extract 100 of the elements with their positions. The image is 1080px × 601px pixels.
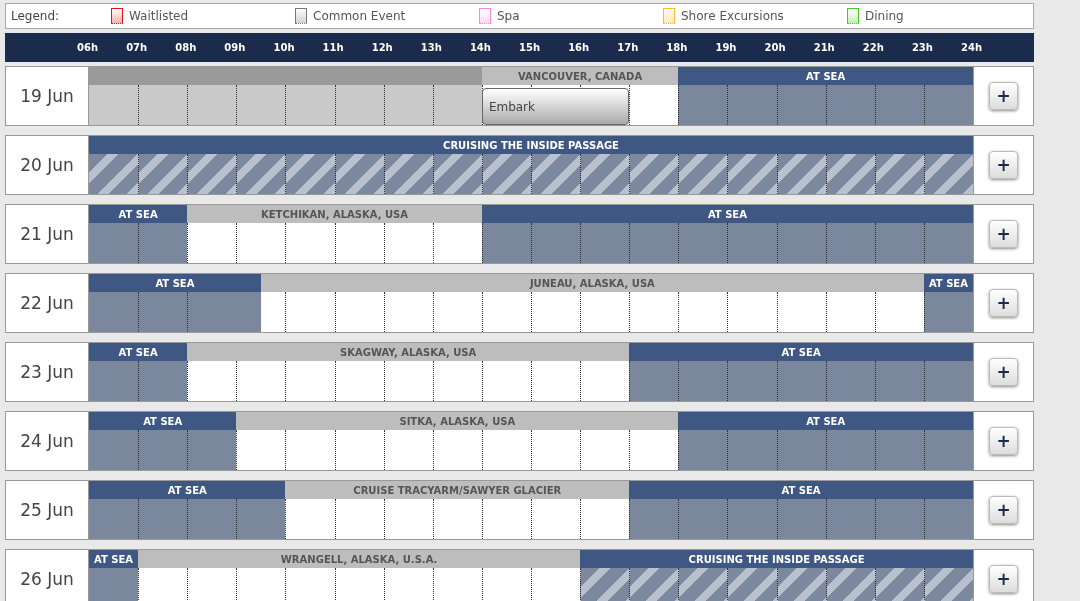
location-band: WRANGELL, ALASKA, U.S.A.	[138, 550, 581, 568]
schedule-cell	[678, 361, 728, 401]
schedule-cell	[383, 154, 433, 194]
schedule-cell	[334, 154, 384, 194]
location-band: AT SEA	[481, 205, 973, 223]
schedule-cell	[89, 499, 139, 539]
schedule-cell	[580, 223, 630, 263]
schedule-cell	[825, 499, 875, 539]
schedule-cell	[825, 223, 875, 263]
schedule-cell	[874, 361, 924, 401]
hour-label: 09h	[223, 42, 247, 53]
schedule-cell	[825, 85, 875, 125]
schedule-cell	[776, 430, 826, 470]
schedule-cell	[776, 85, 826, 125]
schedule-cell	[678, 568, 728, 601]
hour-label: 18h	[665, 42, 689, 53]
schedule-cell	[187, 154, 237, 194]
schedule-cell	[727, 154, 777, 194]
add-button[interactable]: +	[989, 427, 1018, 455]
schedule-cell	[776, 361, 826, 401]
schedule-cell	[923, 568, 973, 601]
hour-label: 19h	[714, 42, 738, 53]
schedule-cell	[580, 154, 630, 194]
schedule-cell	[776, 568, 826, 601]
schedule-cell	[776, 154, 826, 194]
legend-text: Shore Excursions	[681, 9, 784, 23]
location-band: CRUISE TRACYARM/SAWYER GLACIER	[285, 481, 630, 499]
schedule-cell	[334, 85, 384, 125]
schedule-cell	[531, 223, 581, 263]
schedule-cell	[874, 568, 924, 601]
add-button[interactable]: +	[989, 289, 1018, 317]
location-band: AT SEA	[923, 274, 973, 292]
schedule-cell	[138, 430, 188, 470]
hour-label: 22h	[861, 42, 885, 53]
location-band: AT SEA	[89, 205, 188, 223]
schedule-cell	[825, 430, 875, 470]
schedule-cell	[629, 223, 679, 263]
schedule-cell	[285, 154, 335, 194]
hour-label: 21h	[812, 42, 836, 53]
schedule-cell	[874, 154, 924, 194]
schedule-cell	[874, 85, 924, 125]
location-band: SITKA, ALASKA, USA	[236, 412, 679, 430]
add-button[interactable]: +	[989, 220, 1018, 248]
schedule-cell	[825, 154, 875, 194]
schedule-cell	[923, 223, 973, 263]
schedule-cell	[89, 154, 139, 194]
add-button[interactable]: +	[989, 151, 1018, 179]
location-band: KETCHIKAN, ALASKA, USA	[187, 205, 482, 223]
schedule-cell	[236, 292, 261, 332]
schedule-cell	[874, 499, 924, 539]
hour-label: 06h	[76, 42, 100, 53]
schedule-cell	[236, 85, 286, 125]
hour-label: 17h	[616, 42, 640, 53]
location-band: AT SEA	[89, 550, 139, 568]
hour-label: 24h	[960, 42, 984, 53]
location-band: AT SEA	[89, 343, 188, 361]
legend-label: Legend:	[11, 9, 61, 23]
schedule-cell	[825, 361, 875, 401]
schedule-cell	[727, 430, 777, 470]
schedule-cell	[825, 568, 875, 601]
schedule-cell	[923, 499, 973, 539]
schedule-cell	[89, 85, 139, 125]
schedule-cell	[923, 430, 973, 470]
schedule-cell	[727, 499, 777, 539]
schedule-cell	[727, 568, 777, 601]
add-button[interactable]: +	[989, 565, 1018, 593]
hour-label: 20h	[763, 42, 787, 53]
hour-label: 16h	[567, 42, 591, 53]
location-band: AT SEA	[89, 274, 261, 292]
schedule-cell	[629, 154, 679, 194]
hour-label: 12h	[370, 42, 394, 53]
schedule-cell	[776, 499, 826, 539]
location-band: CRUISING THE INSIDE PASSAGE	[580, 550, 973, 568]
location-band: AT SEA	[89, 412, 237, 430]
schedule-cell	[187, 85, 237, 125]
location-band: AT SEA	[629, 343, 973, 361]
schedule-cell	[236, 154, 286, 194]
schedule-cell	[678, 154, 728, 194]
hour-label: 13h	[419, 42, 443, 53]
hour-label: 11h	[321, 42, 345, 53]
hour-label: 23h	[910, 42, 934, 53]
schedule-cell	[481, 154, 531, 194]
schedule-cell	[89, 361, 139, 401]
schedule-cell	[531, 154, 581, 194]
add-button[interactable]: +	[989, 358, 1018, 386]
schedule-cell	[727, 361, 777, 401]
add-button[interactable]: +	[989, 82, 1018, 110]
legend-text: Spa	[497, 9, 520, 23]
schedule-cell	[678, 499, 728, 539]
event-block[interactable]: Embark	[481, 88, 630, 125]
hour-label: 07h	[125, 42, 149, 53]
add-button[interactable]: +	[989, 496, 1018, 524]
hour-label: 14h	[468, 42, 492, 53]
schedule-cell	[727, 85, 777, 125]
legend-text: Dining	[865, 9, 904, 23]
location-band: JUNEAU, ALASKA, USA	[260, 274, 924, 292]
schedule-cell	[923, 361, 973, 401]
schedule-cell	[776, 223, 826, 263]
schedule-cell	[432, 154, 482, 194]
legend-text: Waitlisted	[129, 9, 189, 23]
